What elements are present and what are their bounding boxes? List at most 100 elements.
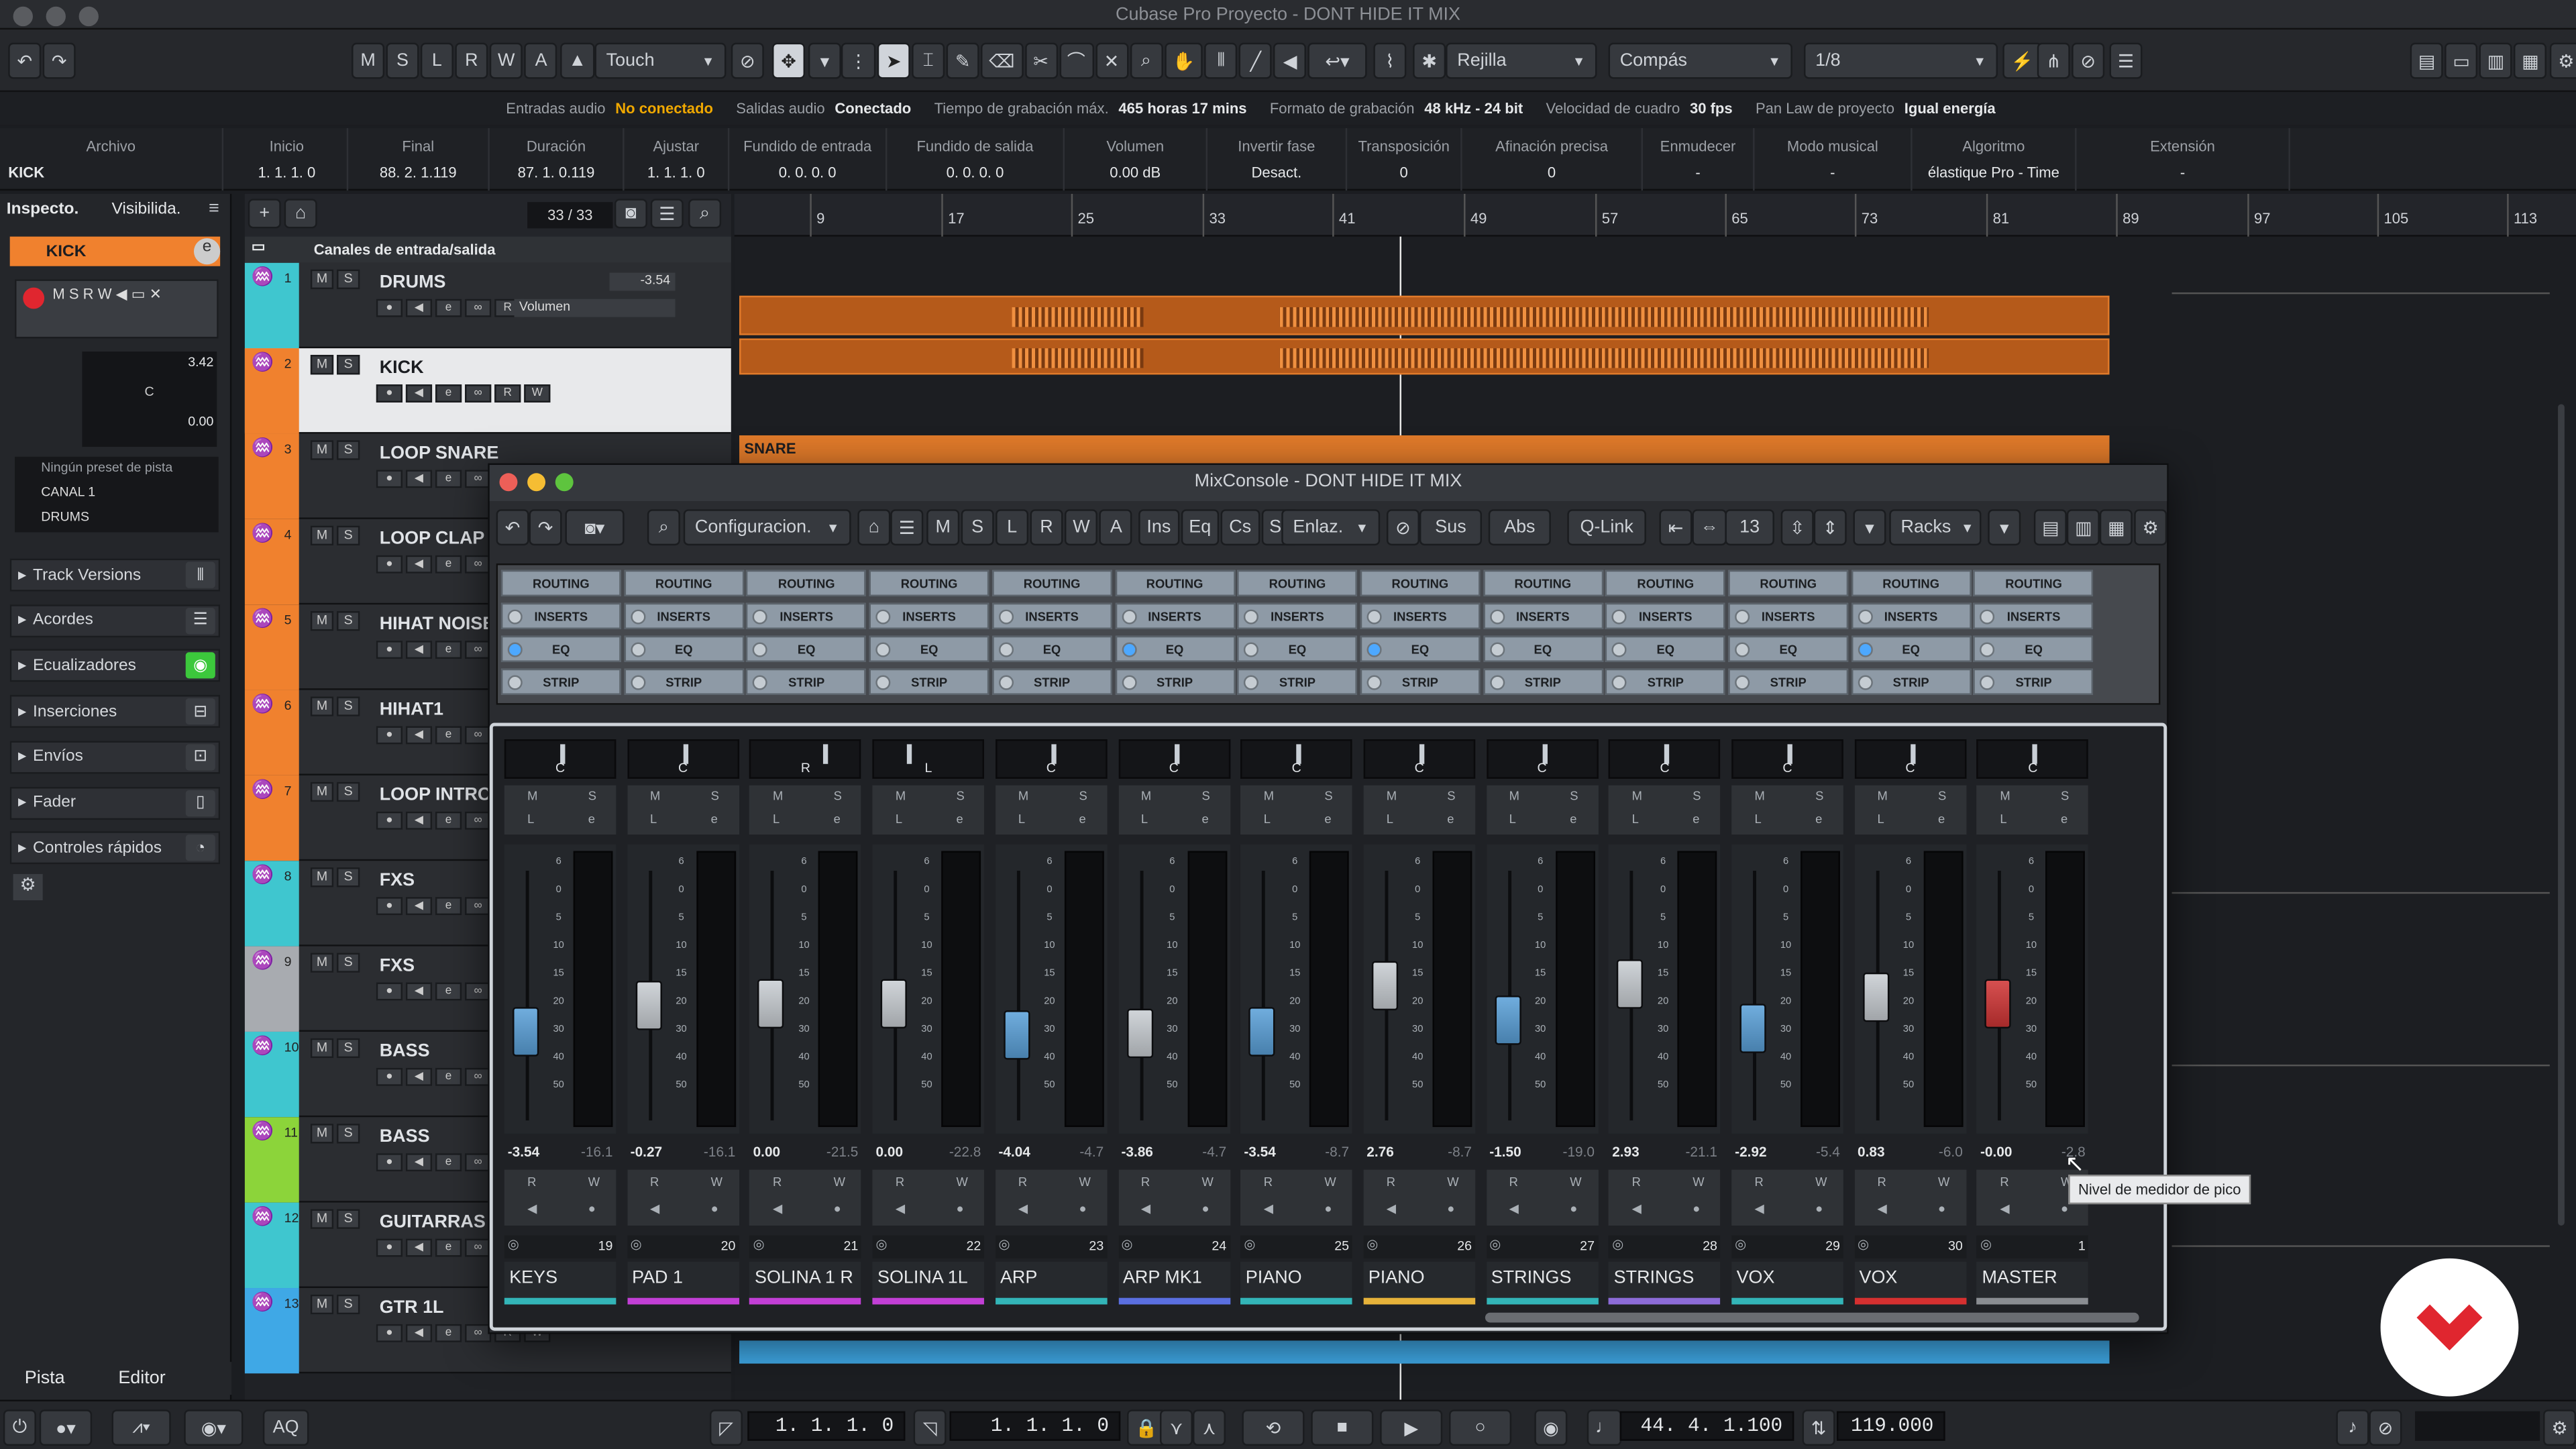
rack-routing[interactable]: ROUTING — [500, 570, 621, 596]
volume-value[interactable]: 0.00 — [876, 1144, 904, 1160]
solo-button[interactable]: S — [337, 525, 360, 546]
rack-routing[interactable]: ROUTING — [1483, 570, 1603, 596]
performance-meter[interactable] — [2415, 1411, 2540, 1441]
rack-routing[interactable]: ROUTING — [1360, 570, 1481, 596]
redo-icon[interactable]: ↷ — [42, 42, 76, 79]
quantize-reset-icon[interactable]: ⊘ — [2072, 42, 2105, 79]
punch-in-icon[interactable]: ⋎ — [1159, 1409, 1193, 1446]
channel-button[interactable]: ● — [1079, 1201, 1086, 1216]
section-icon[interactable]: ⊡ — [185, 743, 215, 771]
solo-button[interactable]: S — [337, 953, 360, 973]
transport-settings-icon[interactable]: ⚙ — [2543, 1409, 2576, 1446]
rack-bypass-icon[interactable] — [1121, 642, 1136, 657]
rack-bypass-icon[interactable] — [875, 609, 891, 625]
channel-button[interactable]: e — [1201, 812, 1208, 826]
mixer-section-eq[interactable]: Eq — [1181, 509, 1220, 546]
auto-quantize-button[interactable]: AQ — [262, 1409, 309, 1446]
rack-bypass-icon[interactable] — [1244, 675, 1259, 690]
window-layout-icon[interactable]: ▦ — [2099, 509, 2133, 546]
channel-button[interactable]: ● — [2061, 1201, 2068, 1216]
rack-eq[interactable]: EQ — [1728, 635, 1849, 662]
solo-button[interactable]: S — [337, 269, 360, 290]
left-zone-icon[interactable]: ▤ — [2410, 42, 2444, 79]
rack-bypass-icon[interactable] — [630, 675, 645, 690]
channel-button[interactable]: S — [957, 789, 965, 804]
info-cell[interactable]: Enmudecer - — [1643, 128, 1755, 191]
channel-button[interactable]: ● — [588, 1201, 596, 1216]
channel-button[interactable]: L — [2000, 812, 2006, 826]
channel-button[interactable]: L — [1387, 812, 1393, 826]
range-tool-icon[interactable]: ⋮ — [841, 42, 876, 79]
rack-strip[interactable]: STRIP — [1360, 668, 1481, 695]
channel-button[interactable]: e — [1693, 812, 1699, 826]
rack-strip[interactable]: STRIP — [1114, 668, 1235, 695]
volume-value[interactable]: -3.54 — [508, 1144, 539, 1160]
pan-control[interactable]: C — [1363, 739, 1475, 779]
channel-button[interactable]: R — [2000, 1175, 2008, 1189]
channel-name[interactable]: ARP MK1 — [1118, 1261, 1230, 1298]
track-control-button[interactable]: ● — [376, 1067, 403, 1086]
mode-button-s[interactable]: S — [386, 42, 419, 79]
camera-icon[interactable]: ◙ — [614, 199, 647, 229]
channel-button[interactable]: e — [1938, 812, 1945, 826]
mixer-mode-s[interactable]: S — [961, 509, 994, 546]
channel-button[interactable]: e — [1324, 812, 1331, 826]
first-channel-icon[interactable]: ⇤ — [1659, 509, 1693, 546]
track-control-button[interactable]: ◀ — [405, 897, 433, 916]
rack-inserts[interactable]: INSERTS — [746, 602, 867, 629]
volume-value[interactable]: 2.93 — [1612, 1144, 1640, 1160]
right-locator-display[interactable]: 1. 1. 1. 0 — [949, 1411, 1121, 1441]
channel-button[interactable]: R — [1632, 1175, 1641, 1189]
marker-icon[interactable]: ◉ — [1534, 1409, 1568, 1446]
split-tool-icon[interactable]: ✂ — [1024, 42, 1058, 79]
track-preset[interactable]: Ningún preset de pista — [41, 460, 172, 475]
fader-handle[interactable] — [757, 979, 785, 1028]
channel-name[interactable]: VOX — [1854, 1261, 1966, 1298]
track-name[interactable]: HIHAT1 — [380, 700, 443, 719]
rack-eq[interactable]: EQ — [1114, 635, 1235, 662]
undo-icon[interactable]: ↶ — [496, 509, 529, 546]
tempo-track-icon[interactable]: ⇅ — [1802, 1409, 1835, 1446]
rack-strip[interactable]: STRIP — [869, 668, 989, 695]
link-icon[interactable]: ◎ — [1980, 1237, 1992, 1252]
channel-button[interactable]: e — [1447, 812, 1454, 826]
solo-button[interactable]: S — [337, 1209, 360, 1229]
tab-inspector[interactable]: Inspecto. — [7, 201, 79, 219]
track-row[interactable]: 2 ♒ M S KICK ● ◀ e ∞ R W — [244, 348, 731, 434]
fader-handle[interactable] — [1985, 979, 2012, 1028]
audio-performance-button[interactable]: ⩘▾ — [111, 1409, 171, 1446]
inspector-section[interactable]: ▸ Inserciones ⊟ — [9, 695, 221, 729]
level-meter[interactable] — [1064, 851, 1104, 1128]
info-cell[interactable]: Volumen 0.00 dB — [1065, 128, 1208, 191]
metronome-icon[interactable]: ♩ — [1587, 1409, 1622, 1446]
rack-inserts[interactable]: INSERTS — [1114, 602, 1235, 629]
channel-button[interactable]: e — [1079, 812, 1085, 826]
channel-button[interactable]: ◀ — [1755, 1201, 1764, 1216]
hand-tool-icon[interactable]: ✋ — [1164, 42, 1203, 79]
rack-bypass-icon[interactable] — [1244, 642, 1259, 657]
peak-value[interactable]: -5.4 — [1816, 1144, 1840, 1160]
event-kick[interactable] — [739, 295, 2110, 335]
channel-button[interactable]: S — [711, 789, 719, 804]
info-cell[interactable]: Modo musical - — [1755, 128, 1913, 191]
channel-button[interactable]: M — [896, 789, 906, 804]
inspector-menu-icon[interactable]: ≡ — [209, 199, 219, 218]
track-control-button[interactable]: ◀ — [405, 982, 433, 1001]
pan-control[interactable]: L — [872, 739, 985, 779]
channel-button[interactable]: M — [1632, 789, 1642, 804]
link-icon[interactable]: ◎ — [1612, 1237, 1623, 1252]
track-control-button[interactable]: ◀ — [405, 726, 433, 745]
mixer-mode-m[interactable]: M — [926, 509, 960, 546]
solo-button[interactable]: S — [337, 1294, 360, 1315]
mute-button[interactable]: M — [310, 1209, 334, 1229]
rack-routing[interactable]: ROUTING — [1851, 570, 1972, 596]
level-meter[interactable] — [1923, 851, 1963, 1128]
track-name[interactable]: GUITARRAS — [380, 1212, 486, 1232]
channel-button[interactable]: L — [650, 812, 657, 826]
channel-button[interactable]: e — [834, 812, 841, 826]
tempo-display[interactable]: 119.000 — [1836, 1411, 1945, 1441]
rack-bypass-icon[interactable] — [1858, 675, 1873, 690]
channel-button[interactable]: R — [1387, 1175, 1395, 1189]
track-name[interactable]: BASS — [380, 1127, 430, 1146]
channel-button[interactable]: ● — [957, 1201, 964, 1216]
